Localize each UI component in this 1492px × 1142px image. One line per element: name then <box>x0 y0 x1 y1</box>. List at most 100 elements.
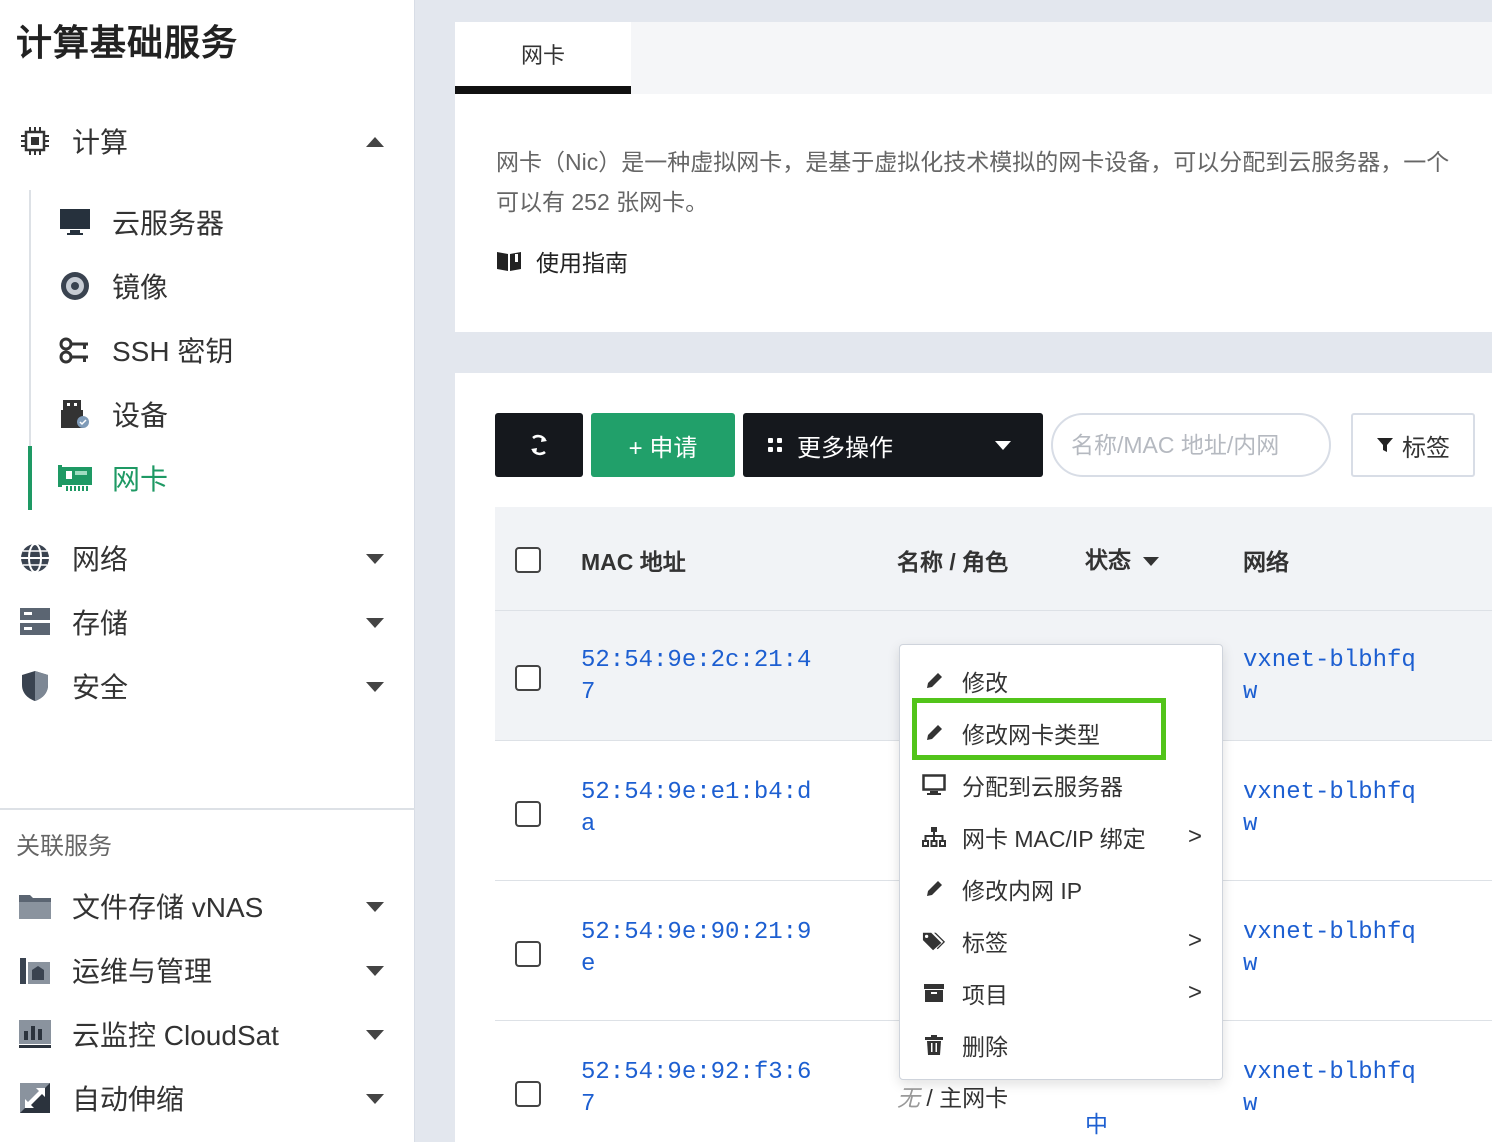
sidebar-group-label: 自动伸缩 <box>72 1084 185 1115</box>
chevron-down-icon <box>366 1030 384 1040</box>
sidebar-item-label: 设备 <box>112 400 169 431</box>
mac-address-link[interactable]: 52:54:9e:2c:21:47 <box>581 645 821 709</box>
menu-item-label: 修改 <box>962 670 1008 696</box>
sidebar-group-compute[interactable]: 计算 <box>0 113 415 169</box>
row-checkbox[interactable] <box>515 665 541 691</box>
network-link[interactable]: vxnet-blbhfqw <box>1243 1057 1423 1121</box>
select-all-checkbox[interactable] <box>515 547 541 573</box>
column-header-status[interactable]: 状态 <box>1085 541 1159 575</box>
tag-filter-label: 标签 <box>1402 434 1450 462</box>
sidebar-item-label: 网卡 <box>112 464 169 495</box>
sidebar-group-label: 运维与管理 <box>72 956 213 987</box>
pencil-icon <box>922 721 946 745</box>
shield-icon <box>18 669 52 703</box>
sidebar-related-cloudsat[interactable]: 云监控 CloudSat <box>0 1006 415 1062</box>
row-checkbox[interactable] <box>515 1081 541 1107</box>
network-link[interactable]: vxnet-blbhfqw <box>1243 917 1423 981</box>
sidebar-group-label: 云监控 CloudSat <box>72 1020 279 1051</box>
menu-item-modify-nic-type[interactable]: 修改网卡类型 <box>900 707 1224 759</box>
network-link[interactable]: vxnet-blbhfqw <box>1243 777 1423 841</box>
sidebar-item-ssh-key[interactable]: SSH 密钥 <box>40 322 410 378</box>
menu-item-modify-private-ip[interactable]: 修改内网 IP <box>900 863 1224 915</box>
apply-button[interactable]: + 申请 <box>591 413 735 477</box>
chevron-right-icon: > <box>1187 823 1202 850</box>
monitor-icon <box>58 205 92 239</box>
key-icon <box>58 333 92 367</box>
ops-icon <box>18 953 52 987</box>
menu-item-mac-ip-binding[interactable]: 网卡 MAC/IP 绑定 > <box>900 811 1224 863</box>
usage-guide-link[interactable]: 使用指南 <box>496 244 628 278</box>
menu-item-delete[interactable]: 删除 <box>900 1019 1224 1071</box>
chart-icon <box>18 1017 52 1051</box>
sidebar-group-network[interactable]: 网络 <box>0 530 415 586</box>
menu-item-label: 修改内网 IP <box>962 878 1083 904</box>
chevron-down-icon <box>366 902 384 912</box>
row-checkbox[interactable] <box>515 801 541 827</box>
sidebar-title: 计算基础服务 <box>16 22 239 63</box>
mac-address-link[interactable]: 52:54:9e:92:f3:67 <box>581 1057 821 1121</box>
disc-icon <box>58 269 92 303</box>
menu-item-label: 分配到云服务器 <box>962 774 1123 800</box>
grid-icon <box>768 438 782 452</box>
sidebar-item-cloud-server[interactable]: 云服务器 <box>40 194 410 250</box>
row-context-menu: 修改 修改网卡类型 分配到云服务器 网卡 MAC/IP 绑定 > 修改内网 IP… <box>899 644 1223 1080</box>
sidebar-item-label: SSH 密钥 <box>112 336 234 367</box>
mac-address-link[interactable]: 52:54:9e:e1:b4:da <box>581 777 821 841</box>
chevron-down-icon <box>366 966 384 976</box>
trash-icon <box>922 1033 946 1057</box>
row-checkbox[interactable] <box>515 941 541 967</box>
column-header-network: 网络 <box>1243 549 1289 575</box>
menu-item-label: 网卡 MAC/IP 绑定 <box>962 826 1146 852</box>
role-value: 主网卡 <box>939 1085 1009 1111</box>
tag-filter-button[interactable]: 标签 <box>1351 413 1475 477</box>
sidebar-group-security[interactable]: 安全 <box>0 658 415 714</box>
menu-item-label: 删除 <box>962 1034 1008 1060</box>
chevron-down-icon <box>366 618 384 628</box>
status-value: 中 <box>1085 1111 1108 1137</box>
sidebar-related-autoscaling[interactable]: 自动伸缩 <box>0 1070 415 1126</box>
more-actions-button[interactable]: 更多操作 <box>743 413 1043 477</box>
sidebar-group-label: 安全 <box>72 672 129 703</box>
info-line-1: 网卡（Nic）是一种虚拟网卡，是基于虚拟化技术模拟的网卡设备，可以分配到云服务器… <box>496 149 1450 175</box>
chevron-right-icon: > <box>1187 979 1202 1006</box>
filter-icon <box>1377 438 1393 452</box>
sidebar-related-vnas[interactable]: 文件存储 vNAS <box>0 878 415 934</box>
book-icon <box>497 252 521 271</box>
menu-item-assign-to-server[interactable]: 分配到云服务器 <box>900 759 1224 811</box>
menu-item-project[interactable]: 项目 > <box>900 967 1224 1019</box>
folder-icon <box>18 889 52 923</box>
chevron-up-icon <box>366 137 384 147</box>
menu-item-modify[interactable]: 修改 <box>900 655 1224 707</box>
info-line-2: 可以有 252 张网卡。 <box>496 189 709 215</box>
sidebar-group-label: 计算 <box>72 127 129 158</box>
sitemap-icon <box>922 825 946 849</box>
more-actions-label: 更多操作 <box>797 434 893 462</box>
network-link[interactable]: vxnet-blbhfqw <box>1243 645 1423 709</box>
sidebar-group-label: 文件存储 vNAS <box>72 892 264 923</box>
sidebar-item-image[interactable]: 镜像 <box>40 258 410 314</box>
sidebar-group-label: 网络 <box>72 544 129 575</box>
pencil-icon <box>922 877 946 901</box>
tree-active-indicator <box>28 446 32 510</box>
name-role-cell: 无 / 主网卡 <box>897 1085 1009 1111</box>
sidebar-item-nic[interactable]: 网卡 <box>40 450 410 506</box>
globe-icon <box>18 541 52 575</box>
tab-nic[interactable]: 网卡 <box>455 22 631 94</box>
chevron-down-icon <box>366 554 384 564</box>
menu-item-tags[interactable]: 标签 > <box>900 915 1224 967</box>
refresh-button[interactable] <box>495 413 583 477</box>
sidebar-item-device[interactable]: 设备 <box>40 386 410 442</box>
resize-icon <box>18 1081 52 1115</box>
mac-address-link[interactable]: 52:54:9e:90:21:9e <box>581 917 821 981</box>
nic-icon <box>58 461 92 495</box>
chevron-down-icon <box>366 1094 384 1104</box>
search-input[interactable] <box>1051 413 1331 477</box>
tags-icon <box>922 929 946 953</box>
sidebar: 计算基础服务 计算 云服务器 镜像 SSH 密钥 设备 网卡 网络 存储 安全 … <box>0 0 415 1142</box>
sidebar-group-storage[interactable]: 存储 <box>0 594 415 650</box>
column-header-name-role: 名称 / 角色 <box>897 549 1009 575</box>
chevron-right-icon: > <box>1187 927 1202 954</box>
storage-icon <box>18 605 52 639</box>
cpu-icon <box>18 124 52 158</box>
sidebar-related-ops[interactable]: 运维与管理 <box>0 942 415 998</box>
